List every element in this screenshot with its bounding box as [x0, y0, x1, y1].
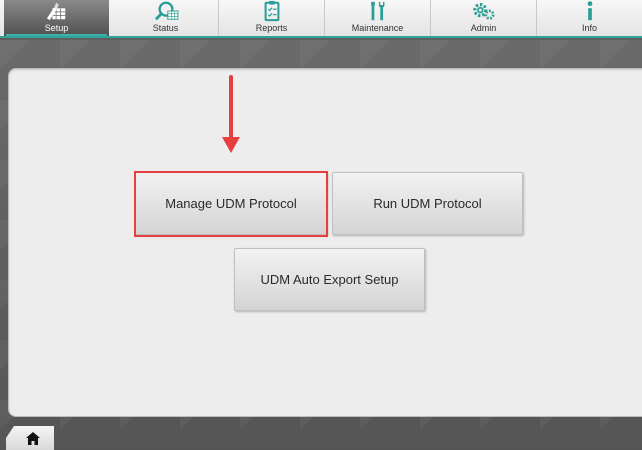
- manage-udm-protocol-button[interactable]: Manage UDM Protocol: [135, 172, 327, 235]
- tab-label: Info: [581, 23, 597, 33]
- tab-label: Setup: [44, 23, 69, 33]
- run-udm-protocol-button[interactable]: Run UDM Protocol: [332, 172, 523, 235]
- tab-label: Admin: [470, 23, 497, 33]
- main-panel: Manage UDM Protocol Run UDM Protocol UDM…: [8, 68, 642, 417]
- reports-icon: [264, 0, 279, 22]
- home-button[interactable]: [6, 426, 54, 450]
- tab-info[interactable]: Info: [537, 0, 642, 36]
- admin-icon: [472, 2, 495, 20]
- tab-label: Status: [152, 23, 179, 33]
- top-navigation: Setup Status Reports Maintenance Admin I…: [0, 0, 642, 38]
- info-icon: [587, 1, 592, 21]
- tab-maintenance[interactable]: Maintenance: [325, 0, 431, 36]
- tab-admin[interactable]: Admin: [431, 0, 537, 36]
- tab-label: Reports: [255, 23, 288, 33]
- home-icon: [26, 431, 40, 445]
- tab-status[interactable]: Status: [113, 0, 219, 36]
- annotation-arrow: [229, 75, 233, 141]
- annotation-arrow-head: [222, 137, 240, 153]
- status-icon: [154, 1, 178, 21]
- setup-icon: [46, 2, 65, 21]
- maintenance-icon: [370, 1, 384, 21]
- tab-label: Maintenance: [351, 23, 404, 33]
- tab-reports[interactable]: Reports: [219, 0, 325, 36]
- tab-setup[interactable]: Setup: [4, 0, 109, 36]
- udm-auto-export-setup-button[interactable]: UDM Auto Export Setup: [234, 248, 425, 311]
